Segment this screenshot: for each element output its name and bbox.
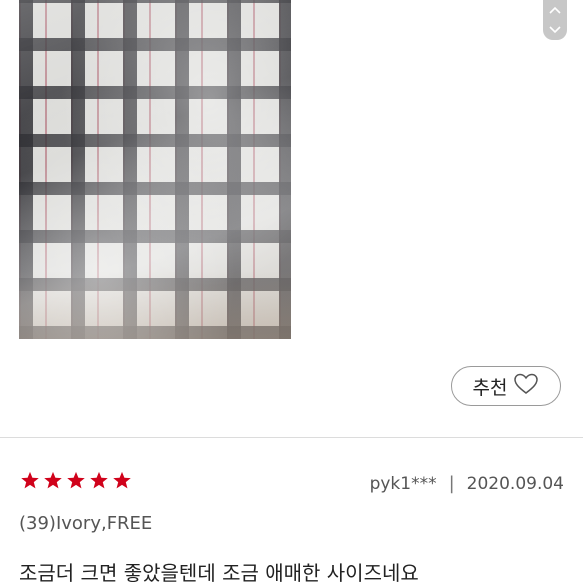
scroll-control — [543, 0, 567, 40]
star-rating — [20, 471, 132, 490]
star-icon — [44, 471, 62, 489]
chevron-down-icon[interactable] — [549, 26, 561, 34]
star-icon — [113, 471, 131, 489]
meta-separator: | — [448, 473, 455, 494]
photo-overlay — [19, 0, 291, 339]
review-option: (39)Ivory,FREE — [19, 513, 153, 534]
review-meta: pyk1*** | 2020.09.04 — [370, 473, 564, 494]
review-text: 조금더 크면 좋았을텐데 조금 애매한 사이즈네요 — [19, 561, 419, 585]
review-date: 2020.09.04 — [466, 473, 564, 494]
star-icon — [67, 471, 85, 489]
recommend-label: 추천 — [472, 376, 508, 399]
section-divider — [0, 437, 583, 438]
star-icon — [90, 471, 108, 489]
review-author: pyk1*** — [369, 473, 437, 494]
heart-icon — [513, 372, 539, 401]
review-photo[interactable] — [19, 0, 291, 339]
star-icon — [21, 471, 39, 489]
chevron-up-icon[interactable] — [549, 6, 561, 14]
recommend-button[interactable]: 추천 — [451, 366, 561, 406]
